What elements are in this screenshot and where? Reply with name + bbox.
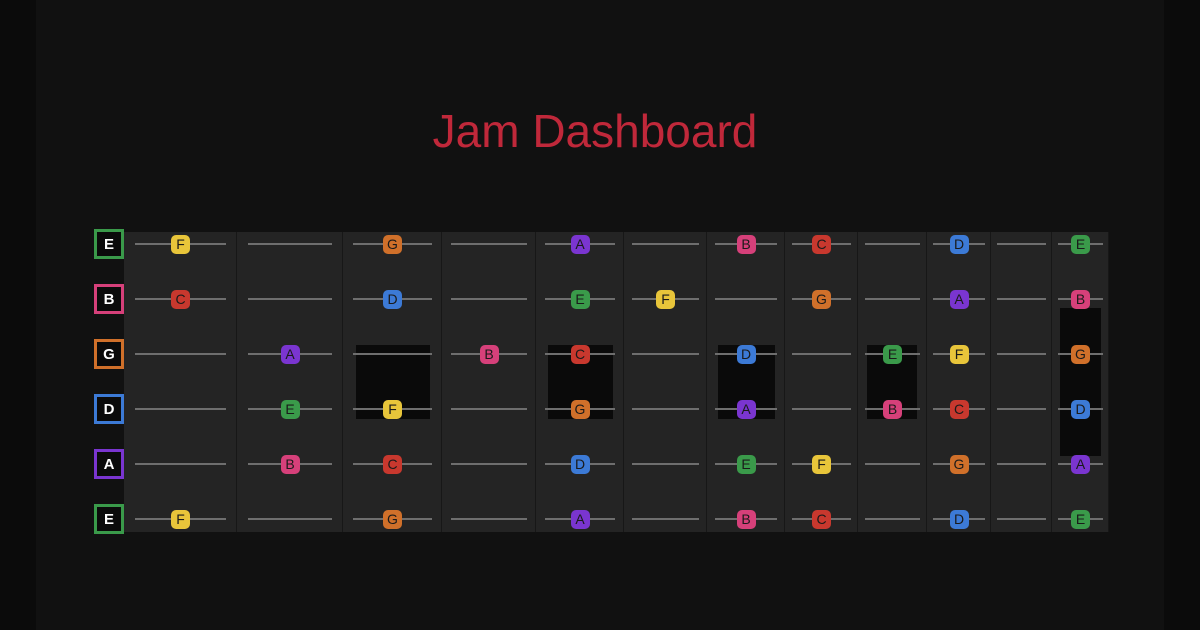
note-b[interactable]: B <box>1071 289 1090 309</box>
note-a[interactable]: A <box>1071 454 1090 474</box>
note-g[interactable]: G <box>949 454 969 474</box>
note-c[interactable]: C <box>171 289 190 309</box>
open-string-label: G <box>94 339 124 369</box>
open-string-label: B <box>94 284 124 314</box>
note-d[interactable]: D <box>949 509 969 529</box>
note-e[interactable]: E <box>883 344 902 364</box>
string-line <box>792 353 851 355</box>
note-b[interactable]: B <box>280 454 300 474</box>
string-line <box>792 408 851 410</box>
string-line <box>248 298 332 300</box>
string-line <box>632 518 699 520</box>
open-string-label: E <box>94 229 124 259</box>
string-line <box>632 353 699 355</box>
string-line <box>135 353 226 355</box>
fretboard: F G A B C D E C D E F G A B A B C D E F G E F G A B C D B C D E F G A F G A B C… <box>124 232 1109 532</box>
note-e[interactable]: E <box>1071 509 1090 529</box>
note-e[interactable]: E <box>280 399 300 419</box>
fret-column <box>624 232 707 532</box>
string-line <box>715 298 777 300</box>
note-f[interactable]: F <box>949 344 969 364</box>
string-line <box>451 243 527 245</box>
string-line <box>997 353 1046 355</box>
open-string-label: E <box>94 504 124 534</box>
note-c[interactable]: C <box>949 399 969 419</box>
fret-column <box>124 232 237 532</box>
fret-marker <box>1060 308 1101 456</box>
note-c[interactable]: C <box>812 234 831 254</box>
string-line <box>632 463 699 465</box>
string-line <box>865 518 920 520</box>
note-d[interactable]: D <box>383 289 402 309</box>
note-a[interactable]: A <box>949 289 969 309</box>
note-d[interactable]: D <box>1071 399 1090 419</box>
string-line <box>248 518 332 520</box>
string-line <box>451 518 527 520</box>
string-line <box>451 463 527 465</box>
note-a[interactable]: A <box>736 399 756 419</box>
fret-column <box>237 232 343 532</box>
string-line <box>353 353 432 355</box>
note-d[interactable]: D <box>949 234 969 254</box>
string-line <box>451 298 527 300</box>
note-e[interactable]: E <box>736 454 756 474</box>
fret-column <box>442 232 536 532</box>
string-line <box>997 243 1046 245</box>
note-a[interactable]: A <box>570 509 590 529</box>
fret-column <box>991 232 1052 532</box>
string-line <box>865 463 920 465</box>
string-line <box>248 243 332 245</box>
note-g[interactable]: G <box>383 234 402 254</box>
note-a[interactable]: A <box>570 234 590 254</box>
string-line <box>451 408 527 410</box>
note-d[interactable]: D <box>570 454 590 474</box>
fret-column <box>927 232 991 532</box>
string-line <box>135 463 226 465</box>
note-b[interactable]: B <box>479 344 499 364</box>
open-string-label: A <box>94 449 124 479</box>
note-b[interactable]: B <box>736 234 756 254</box>
fret-column <box>785 232 858 532</box>
note-e[interactable]: E <box>570 289 590 309</box>
note-b[interactable]: B <box>736 509 756 529</box>
string-line <box>997 518 1046 520</box>
note-g[interactable]: G <box>383 509 402 529</box>
note-c[interactable]: C <box>570 344 590 364</box>
string-line <box>135 408 226 410</box>
note-d[interactable]: D <box>736 344 756 364</box>
note-g[interactable]: G <box>1071 344 1090 364</box>
note-f[interactable]: F <box>812 454 831 474</box>
note-f[interactable]: F <box>383 399 402 419</box>
note-c[interactable]: C <box>812 509 831 529</box>
string-line <box>997 298 1046 300</box>
string-line <box>865 243 920 245</box>
string-line <box>632 408 699 410</box>
string-line <box>997 463 1046 465</box>
note-b[interactable]: B <box>883 399 902 419</box>
note-a[interactable]: A <box>280 344 300 364</box>
open-string-label: D <box>94 394 124 424</box>
note-e[interactable]: E <box>1071 234 1090 254</box>
page-title: Jam Dashboard <box>432 105 758 157</box>
note-c[interactable]: C <box>383 454 402 474</box>
note-f[interactable]: F <box>171 234 190 254</box>
string-line <box>997 408 1046 410</box>
note-g[interactable]: G <box>570 399 590 419</box>
note-g[interactable]: G <box>812 289 831 309</box>
string-line <box>632 243 699 245</box>
string-line <box>865 298 920 300</box>
note-f[interactable]: F <box>656 289 675 309</box>
note-f[interactable]: F <box>171 509 190 529</box>
